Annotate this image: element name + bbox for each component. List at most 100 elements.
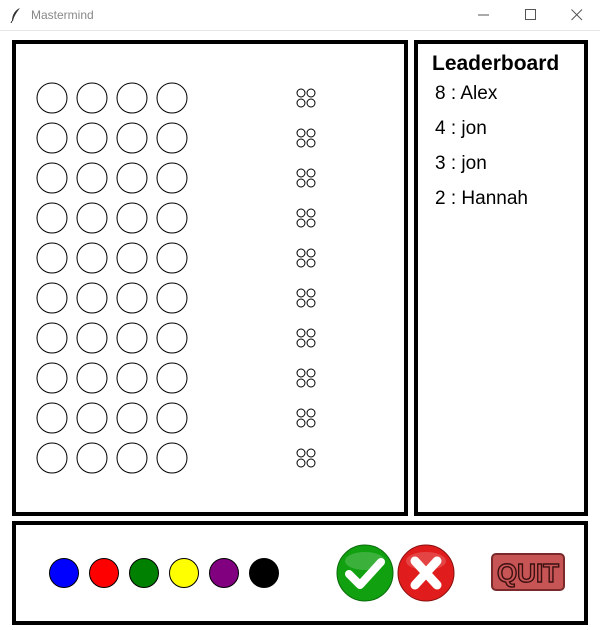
feedback-peg-slot xyxy=(296,258,306,268)
guess-peg-slot[interactable] xyxy=(36,82,68,114)
guess-row xyxy=(36,402,316,434)
quit-button[interactable]: QUIT xyxy=(490,552,566,592)
feedback-pegs xyxy=(296,128,316,148)
guess-peg-slot[interactable] xyxy=(76,82,108,114)
feedback-peg-slot xyxy=(296,418,306,428)
guess-peg-slot[interactable] xyxy=(36,322,68,354)
guess-row xyxy=(36,162,316,194)
guess-row xyxy=(36,362,316,394)
minimize-button[interactable] xyxy=(461,0,507,30)
guess-peg-slot[interactable] xyxy=(36,162,68,194)
feedback-pegs xyxy=(296,168,316,188)
guess-peg-slot[interactable] xyxy=(76,202,108,234)
title-bar: Mastermind xyxy=(0,0,600,31)
guess-peg-slot[interactable] xyxy=(36,362,68,394)
guess-peg-slot[interactable] xyxy=(156,202,188,234)
feather-icon xyxy=(10,8,20,23)
guess-row xyxy=(36,202,316,234)
feedback-peg-slot xyxy=(306,168,316,178)
guess-peg-slot[interactable] xyxy=(116,282,148,314)
x-icon xyxy=(397,544,455,602)
color-peg-green[interactable] xyxy=(129,558,159,588)
guess-peg-slot[interactable] xyxy=(36,282,68,314)
feedback-pegs xyxy=(296,208,316,228)
guess-peg-slot[interactable] xyxy=(116,122,148,154)
feedback-peg-slot xyxy=(306,408,316,418)
guess-peg-slot[interactable] xyxy=(156,82,188,114)
guess-peg-slot[interactable] xyxy=(156,242,188,274)
guess-peg-slot[interactable] xyxy=(116,442,148,474)
guess-row xyxy=(36,242,316,274)
feedback-peg-slot xyxy=(306,128,316,138)
feedback-peg-slot xyxy=(306,138,316,148)
guess-peg-slot[interactable] xyxy=(76,402,108,434)
guess-peg-slot[interactable] xyxy=(36,402,68,434)
feedback-peg-slot xyxy=(296,208,306,218)
confirm-button[interactable] xyxy=(335,543,395,603)
maximize-icon xyxy=(525,9,536,20)
guess-peg-slot[interactable] xyxy=(116,402,148,434)
guess-peg-slot[interactable] xyxy=(36,122,68,154)
guess-row xyxy=(36,82,316,114)
color-peg-purple[interactable] xyxy=(209,558,239,588)
guess-row xyxy=(36,322,316,354)
color-peg-yellow[interactable] xyxy=(169,558,199,588)
leaderboard-panel: Leaderboard 8 : Alex 4 : jon 3 : jon 2 :… xyxy=(414,40,588,516)
feedback-pegs xyxy=(296,248,316,268)
feedback-peg-slot xyxy=(296,368,306,378)
guess-peg-slot[interactable] xyxy=(76,242,108,274)
feedback-peg-slot xyxy=(296,378,306,388)
guess-peg-slot[interactable] xyxy=(76,362,108,394)
guess-peg-slot[interactable] xyxy=(76,322,108,354)
guess-peg-slot[interactable] xyxy=(156,322,188,354)
guess-peg-slot[interactable] xyxy=(76,162,108,194)
color-peg-black[interactable] xyxy=(249,558,279,588)
guess-peg-slot[interactable] xyxy=(156,282,188,314)
guess-peg-slot[interactable] xyxy=(156,362,188,394)
leaderboard-entry: 3 : jon xyxy=(435,153,487,174)
guess-peg-slot[interactable] xyxy=(156,402,188,434)
guess-peg-slot[interactable] xyxy=(116,322,148,354)
guess-peg-slot[interactable] xyxy=(156,442,188,474)
feedback-peg-slot xyxy=(306,378,316,388)
feedback-peg-slot xyxy=(306,338,316,348)
feedback-peg-slot xyxy=(296,288,306,298)
guess-peg-slot[interactable] xyxy=(116,362,148,394)
feedback-pegs xyxy=(296,328,316,348)
app-client-area: Leaderboard 8 : Alex 4 : jon 3 : jon 2 :… xyxy=(2,31,598,630)
feedback-peg-slot xyxy=(296,458,306,468)
guess-peg-slot[interactable] xyxy=(116,162,148,194)
feedback-peg-slot xyxy=(306,218,316,228)
maximize-button[interactable] xyxy=(508,0,554,30)
feedback-pegs xyxy=(296,288,316,308)
feedback-peg-slot xyxy=(296,248,306,258)
guess-peg-slot[interactable] xyxy=(116,82,148,114)
leaderboard-entry: 8 : Alex xyxy=(435,83,498,104)
guess-peg-slot[interactable] xyxy=(36,242,68,274)
guess-peg-slot[interactable] xyxy=(76,122,108,154)
feedback-peg-slot xyxy=(306,298,316,308)
feedback-peg-slot xyxy=(296,218,306,228)
guess-peg-slot[interactable] xyxy=(116,202,148,234)
feedback-peg-slot xyxy=(306,208,316,218)
guess-peg-slot[interactable] xyxy=(36,202,68,234)
feedback-peg-slot xyxy=(306,458,316,468)
guess-peg-slot[interactable] xyxy=(36,442,68,474)
guess-peg-slot[interactable] xyxy=(156,162,188,194)
guess-peg-slot[interactable] xyxy=(116,242,148,274)
close-button[interactable] xyxy=(554,0,600,30)
guess-peg-slot[interactable] xyxy=(76,442,108,474)
color-peg-red[interactable] xyxy=(89,558,119,588)
clear-button[interactable] xyxy=(396,543,456,603)
color-peg-blue[interactable] xyxy=(49,558,79,588)
feedback-peg-slot xyxy=(296,128,306,138)
game-board xyxy=(12,40,408,516)
feedback-peg-slot xyxy=(296,298,306,308)
feedback-peg-slot xyxy=(296,448,306,458)
feedback-peg-slot xyxy=(306,178,316,188)
feedback-peg-slot xyxy=(296,338,306,348)
guess-peg-slot[interactable] xyxy=(76,282,108,314)
feedback-pegs xyxy=(296,448,316,468)
guess-peg-slot[interactable] xyxy=(156,122,188,154)
feedback-peg-slot xyxy=(296,98,306,108)
